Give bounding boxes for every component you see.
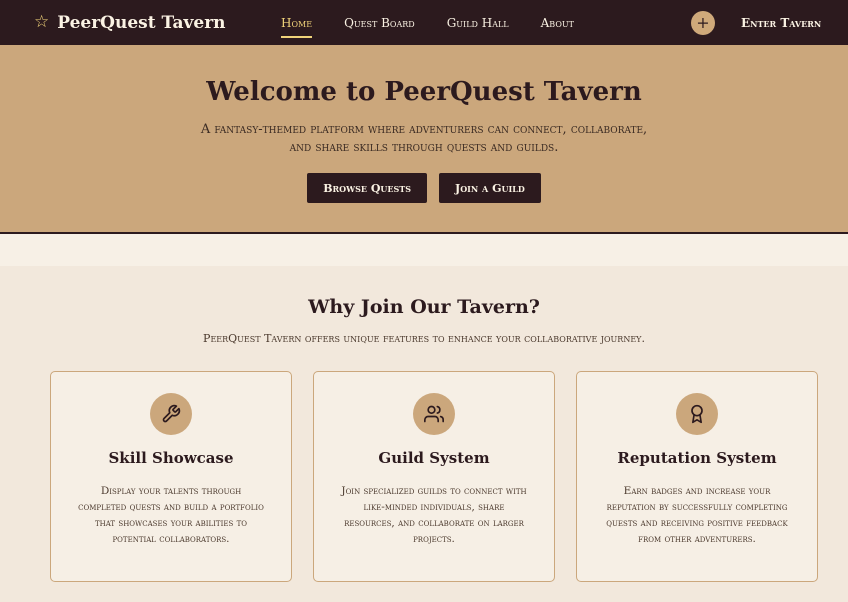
features-section: Why Join Our Tavern? PeerQuest Tavern of…	[0, 296, 848, 582]
feature-cards: Skill Showcase Display your talents thro…	[0, 345, 848, 582]
hero-buttons: Browse Quests Join a Guild	[0, 173, 848, 203]
feature-card-guild-system: Guild System Join specialized guilds to …	[313, 371, 555, 582]
hero-subtitle: A fantasy-themed platform where adventur…	[200, 122, 648, 155]
star-icon: ☆	[34, 12, 50, 32]
brand-name: PeerQuest Tavern	[57, 12, 226, 33]
feature-card-desc: Join specialized guilds to connect with …	[341, 485, 527, 545]
nav-link-quest-board[interactable]: Quest Board	[344, 0, 415, 45]
browse-quests-button[interactable]: Browse Quests	[307, 173, 427, 203]
features-title: Why Join Our Tavern?	[308, 296, 540, 318]
enter-tavern-button[interactable]: Enter Tavern	[741, 0, 821, 45]
join-guild-button[interactable]: Join a Guild	[439, 173, 541, 203]
feature-card-desc: Earn badges and increase your reputation…	[606, 485, 788, 545]
hero-section: Welcome to PeerQuest Tavern A fantasy-th…	[0, 45, 848, 234]
nav-links: Home Quest Board Guild Hall About	[281, 0, 606, 45]
nav-link-home[interactable]: Home	[281, 0, 313, 45]
nav-link-guild-hall[interactable]: Guild Hall	[447, 0, 509, 45]
brand[interactable]: ☆ PeerQuest Tavern	[34, 0, 226, 45]
feature-card-skill-showcase: Skill Showcase Display your talents thro…	[50, 371, 292, 582]
feature-card-title: Skill Showcase	[108, 449, 234, 467]
feature-card-desc: Display your talents through completed q…	[78, 485, 264, 545]
feature-card-reputation-system: Reputation System Earn badges and increa…	[576, 371, 818, 582]
divider-strip	[0, 234, 848, 266]
feature-card-title: Reputation System	[617, 449, 777, 467]
wrench-icon	[150, 393, 192, 435]
users-icon	[413, 393, 455, 435]
top-nav: ☆ PeerQuest Tavern Home Quest Board Guil…	[0, 0, 848, 45]
plus-button[interactable]: +	[691, 11, 715, 35]
feature-card-title: Guild System	[378, 449, 490, 467]
nav-link-about[interactable]: About	[541, 0, 574, 45]
features-subtitle: PeerQuest Tavern offers unique features …	[203, 332, 645, 345]
hero-title: Welcome to PeerQuest Tavern	[206, 77, 642, 107]
award-icon	[676, 393, 718, 435]
